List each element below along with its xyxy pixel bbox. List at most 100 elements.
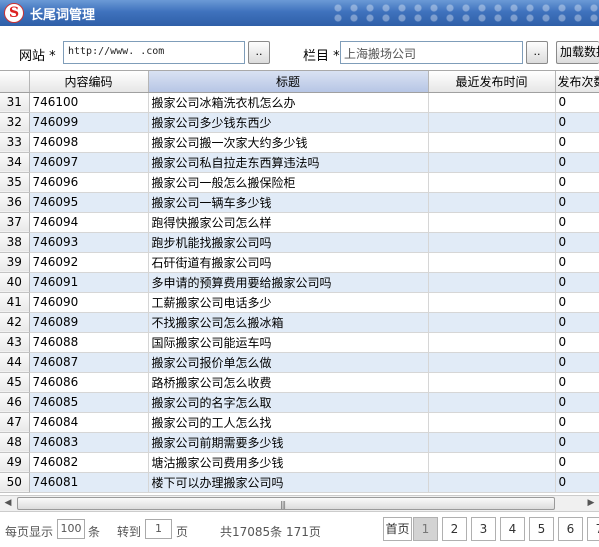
per-page-unit: 条 <box>88 525 101 539</box>
per-page-input[interactable]: 100 <box>57 519 85 539</box>
table-row[interactable]: 32 746099 搬家公司多少钱东西少 0 <box>0 112 599 133</box>
cell-publish-time <box>428 272 556 293</box>
toolbar: 网站 * http://www. .com .. 栏目 * 上海搬场公司 .. … <box>0 26 599 70</box>
row-number: 37 <box>0 212 30 233</box>
page-button[interactable]: 6 <box>558 517 583 541</box>
cell-id: 746093 <box>29 232 149 253</box>
row-number: 42 <box>0 312 30 333</box>
cell-publish-time <box>428 332 556 353</box>
table-row[interactable]: 44 746087 搬家公司报价单怎么做 0 <box>0 352 599 373</box>
cell-publish-time <box>428 372 556 393</box>
row-number: 41 <box>0 292 30 313</box>
row-number: 34 <box>0 152 30 173</box>
load-data-button[interactable]: 加载数据 <box>556 41 599 64</box>
cell-publish-time <box>428 392 556 413</box>
horizontal-scrollbar[interactable]: ◀ ||| ▶ <box>0 495 599 512</box>
row-number: 49 <box>0 452 30 473</box>
cell-title: 搬家公司搬一次家大约多少钱 <box>148 132 429 153</box>
table-row[interactable]: 49 746082 塘沽搬家公司费用多少钱 0 <box>0 452 599 473</box>
cell-title: 路桥搬家公司怎么收费 <box>148 372 429 393</box>
page-button[interactable]: 5 <box>529 517 554 541</box>
table-row[interactable]: 39 746092 石矸街道有搬家公司吗 0 <box>0 252 599 273</box>
table-row[interactable]: 50 746081 楼下可以办理搬家公司吗 0 <box>0 472 599 493</box>
table-row[interactable]: 42 746089 不找搬家公司怎么搬冰箱 0 <box>0 312 599 333</box>
cell-id: 746098 <box>29 132 149 153</box>
column-header-count[interactable]: 发布次数 <box>555 71 599 93</box>
table-row[interactable]: 40 746091 多申请的预算费用要给搬家公司吗 0 <box>0 272 599 293</box>
column-input[interactable]: 上海搬场公司 <box>340 41 523 64</box>
cell-title: 搬家公司的名字怎么取 <box>148 392 429 413</box>
page-button[interactable]: 4 <box>500 517 525 541</box>
table-row[interactable]: 47 746084 搬家公司的工人怎么找 0 <box>0 412 599 433</box>
row-number: 50 <box>0 472 30 493</box>
cell-id: 746096 <box>29 172 149 193</box>
cell-publish-count: 0 <box>555 212 599 233</box>
table-row[interactable]: 33 746098 搬家公司搬一次家大约多少钱 0 <box>0 132 599 153</box>
column-header-title[interactable]: 标题 <box>148 71 429 93</box>
cell-publish-time <box>428 352 556 373</box>
row-number: 36 <box>0 192 30 213</box>
table-row[interactable]: 38 746093 跑步机能找搬家公司吗 0 <box>0 232 599 253</box>
grip-icon: ||| <box>280 500 286 509</box>
goto-page-input[interactable]: 1 <box>145 519 172 539</box>
column-browse-button[interactable]: .. <box>526 41 548 64</box>
cell-title: 跑得快搬家公司怎么样 <box>148 212 429 233</box>
first-page-button[interactable]: 首页 <box>383 517 412 541</box>
row-number: 39 <box>0 252 30 273</box>
cell-publish-count: 0 <box>555 312 599 333</box>
cell-title: 楼下可以办理搬家公司吗 <box>148 472 429 493</box>
grid-header: 内容编码 标题 最近发布时间 发布次数 <box>0 71 599 93</box>
cell-publish-time <box>428 312 556 333</box>
app-logo-icon <box>4 3 24 23</box>
table-row[interactable]: 36 746095 搬家公司一辆车多少钱 0 <box>0 192 599 213</box>
table-row[interactable]: 35 746096 搬家公司一般怎么搬保险柜 0 <box>0 172 599 193</box>
column-header-id[interactable]: 内容编码 <box>29 71 149 93</box>
table-row[interactable]: 34 746097 搬家公司私自拉走东西算违法吗 0 <box>0 152 599 173</box>
page-button[interactable]: 3 <box>471 517 496 541</box>
cell-publish-time <box>428 92 556 113</box>
cell-title: 搬家公司多少钱东西少 <box>148 112 429 133</box>
scroll-thumb[interactable]: ||| <box>17 497 555 510</box>
page-button[interactable]: 7 <box>587 517 599 541</box>
title-bar: 长尾词管理 <box>0 0 599 26</box>
table-row[interactable]: 41 746090 工薪搬家公司电话多少 0 <box>0 292 599 313</box>
scroll-right-icon[interactable]: ▶ <box>583 496 599 511</box>
cell-publish-count: 0 <box>555 192 599 213</box>
page-button[interactable]: 1 <box>413 517 438 541</box>
table-row[interactable]: 31 746100 搬家公司冰箱洗衣机怎么办 0 <box>0 92 599 113</box>
window-title: 长尾词管理 <box>30 8 96 23</box>
cell-title: 跑步机能找搬家公司吗 <box>148 232 429 253</box>
cell-id: 746088 <box>29 332 149 353</box>
cell-publish-count: 0 <box>555 432 599 453</box>
row-number: 48 <box>0 432 30 453</box>
table-row[interactable]: 48 746083 搬家公司前期需要多少钱 0 <box>0 432 599 453</box>
row-number-header[interactable] <box>0 71 30 93</box>
row-number: 31 <box>0 92 30 113</box>
cell-id: 746092 <box>29 252 149 273</box>
site-browse-button[interactable]: .. <box>248 41 270 64</box>
column-header-time[interactable]: 最近发布时间 <box>428 71 556 93</box>
cell-publish-time <box>428 152 556 173</box>
cell-title: 不找搬家公司怎么搬冰箱 <box>148 312 429 333</box>
table-row[interactable]: 45 746086 路桥搬家公司怎么收费 0 <box>0 372 599 393</box>
cell-title: 国际搬家公司能运车吗 <box>148 332 429 353</box>
table-row[interactable]: 43 746088 国际搬家公司能运车吗 0 <box>0 332 599 353</box>
cell-id: 746094 <box>29 212 149 233</box>
site-input[interactable]: http://www. .com <box>63 41 245 64</box>
cell-publish-count: 0 <box>555 92 599 113</box>
column-label: 栏目 * <box>303 49 340 64</box>
cell-id: 746090 <box>29 292 149 313</box>
cell-id: 746091 <box>29 272 149 293</box>
cell-publish-count: 0 <box>555 252 599 273</box>
cell-publish-count: 0 <box>555 232 599 253</box>
table-row[interactable]: 46 746085 搬家公司的名字怎么取 0 <box>0 392 599 413</box>
row-number: 40 <box>0 272 30 293</box>
scroll-left-icon[interactable]: ◀ <box>0 496 16 511</box>
cell-id: 746085 <box>29 392 149 413</box>
cell-title: 多申请的预算费用要给搬家公司吗 <box>148 272 429 293</box>
cell-title: 搬家公司的工人怎么找 <box>148 412 429 433</box>
table-row[interactable]: 37 746094 跑得快搬家公司怎么样 0 <box>0 212 599 233</box>
page-button[interactable]: 2 <box>442 517 467 541</box>
cell-id: 746087 <box>29 352 149 373</box>
cell-publish-time <box>428 192 556 213</box>
